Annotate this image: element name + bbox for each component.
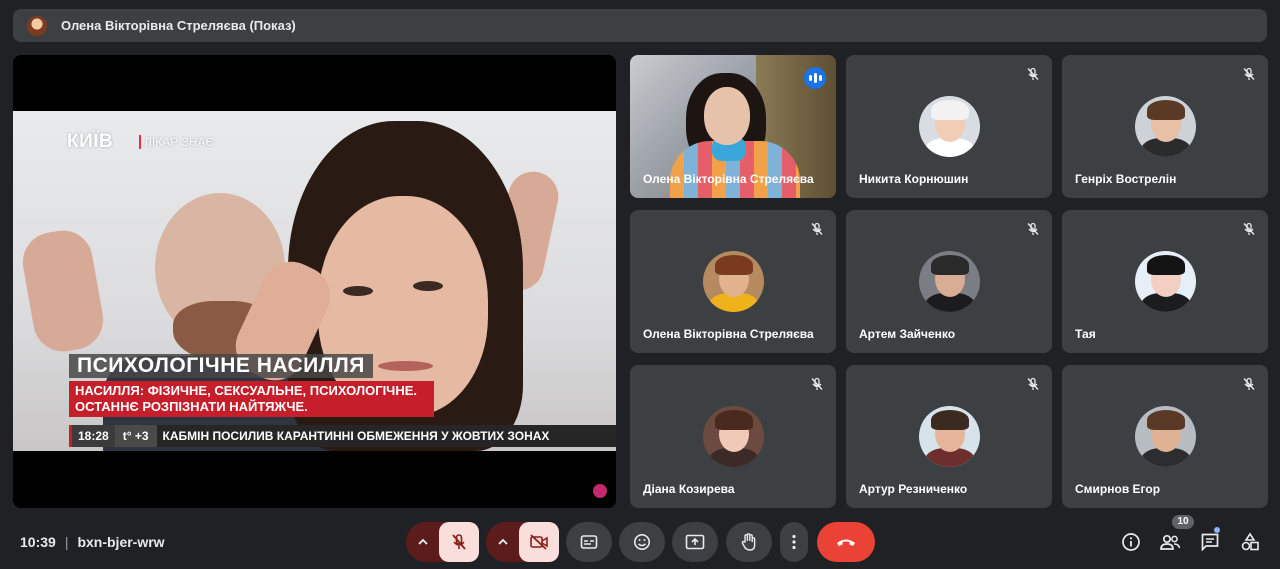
participant-avatar [919, 406, 980, 467]
participant-tile[interactable]: Генріх Вострелін [1062, 55, 1268, 198]
meeting-info: 10:39 | bxn-bjer-wrw [20, 534, 165, 550]
chat-icon [1200, 532, 1220, 552]
present-screen-icon [685, 534, 705, 550]
more-options-icon [792, 534, 796, 550]
participant-name: Олена Вікторівна Стреляєва [643, 327, 814, 341]
video-options-button[interactable] [486, 522, 519, 562]
channel-watermark-icon [593, 484, 607, 498]
closed-captions-icon [580, 534, 598, 550]
mic-off-icon [1242, 222, 1256, 236]
participant-tile[interactable]: Діана Козирева [630, 365, 836, 508]
participant-name: Артур Резниченко [859, 482, 968, 496]
participant-name: Діана Козирева [643, 482, 735, 496]
participant-name: Олена Вікторівна Стреляєва [643, 172, 814, 186]
leave-call-button[interactable] [817, 522, 875, 562]
mic-off-icon [450, 533, 468, 551]
participant-avatar [1135, 251, 1196, 312]
meeting-controls-bar: 10:39 | bxn-bjer-wrw 10 [0, 514, 1280, 569]
meeting-code: bxn-bjer-wrw [77, 534, 165, 550]
participant-avatar [1135, 406, 1196, 467]
mic-off-icon [1026, 377, 1040, 391]
participant-tile[interactable]: Тая [1062, 210, 1268, 353]
raise-hand-button[interactable] [726, 522, 772, 562]
mic-off-icon [1026, 67, 1040, 81]
presentation-screen[interactable]: КИЇВ ЛІКАР ЗНАЄ ПСИХОЛОГІЧНЕ НАСИЛЛЯ НАС… [13, 55, 616, 508]
mic-off-button[interactable] [439, 522, 479, 562]
clock: 10:39 [20, 534, 56, 550]
participant-name: Артем Зайченко [859, 327, 956, 341]
mic-off-icon [810, 222, 824, 236]
shared-video-frame: КИЇВ ЛІКАР ЗНАЄ ПСИХОЛОГІЧНЕ НАСИЛЛЯ НАС… [13, 111, 616, 451]
participant-name: Тая [1075, 327, 1096, 341]
participant-tile[interactable]: Смирнов Егор [1062, 365, 1268, 508]
activities-icon [1240, 532, 1260, 552]
participant-avatar [919, 96, 980, 157]
raise-hand-icon [740, 532, 758, 552]
activities-button[interactable] [1239, 531, 1261, 553]
news-headline: ПСИХОЛОГІЧНЕ НАСИЛЛЯ [69, 354, 373, 378]
microphone-control [406, 522, 479, 562]
mic-off-icon [810, 377, 824, 391]
participant-count-badge: 10 [1172, 515, 1194, 529]
presenter-avatar [27, 15, 47, 36]
camera-off-button[interactable] [519, 522, 559, 562]
people-button[interactable] [1159, 531, 1181, 553]
participant-tile[interactable]: Артем Зайченко [846, 210, 1052, 353]
reactions-button[interactable] [619, 522, 665, 562]
mic-off-icon [1026, 222, 1040, 236]
new-message-dot [1214, 527, 1220, 533]
more-options-button[interactable] [780, 522, 808, 562]
meeting-details-button[interactable] [1120, 531, 1142, 553]
chat-button[interactable] [1199, 531, 1221, 553]
captions-button[interactable] [566, 522, 612, 562]
participant-tile[interactable]: Олена Вікторівна Стреляєва [630, 210, 836, 353]
presenter-title: Олена Вікторівна Стреляєва (Показ) [61, 18, 296, 33]
channel-subtitle: ЛІКАР ЗНАЄ [139, 135, 214, 149]
people-icon [1159, 533, 1181, 551]
camera-control [486, 522, 559, 562]
speaking-indicator-icon [804, 67, 826, 89]
presenter-bar: Олена Вікторівна Стреляєва (Показ) [13, 9, 1267, 42]
participant-name: Никита Корнюшин [859, 172, 969, 186]
news-subline: НАСИЛЛЯ: ФІЗИЧНЕ, СЕКСУАЛЬНЕ, ПСИХОЛОГІЧ… [69, 381, 434, 417]
ticker-text: КАБМІН ПОСИЛИВ КАРАНТИННІ ОБМЕЖЕННЯ У ЖО… [162, 429, 550, 443]
camera-off-icon [529, 533, 549, 551]
mic-off-icon [1242, 377, 1256, 391]
ticker-temperature: t° +3 [114, 425, 157, 447]
ticker-time: 18:28 [69, 425, 115, 447]
participant-name: Смирнов Егор [1075, 482, 1161, 496]
participant-name: Генріх Вострелін [1075, 172, 1177, 186]
participant-avatar [1135, 96, 1196, 157]
mic-off-icon [1242, 67, 1256, 81]
participant-avatar [919, 251, 980, 312]
news-ticker: 18:28 t° +3 КАБМІН ПОСИЛИВ КАРАНТИННІ ОБ… [69, 425, 616, 447]
participant-tile[interactable]: Никита Корнюшин [846, 55, 1052, 198]
emoji-icon [633, 533, 651, 551]
participant-tile[interactable]: Олена Вікторівна Стреляєва [630, 55, 836, 198]
audio-options-button[interactable] [406, 522, 439, 562]
channel-logo: КИЇВ [67, 131, 114, 152]
end-call-icon [835, 536, 857, 548]
info-icon [1121, 532, 1141, 552]
participant-avatar [703, 406, 764, 467]
participant-tile[interactable]: Артур Резниченко [846, 365, 1052, 508]
present-now-button[interactable] [672, 522, 718, 562]
participant-avatar [703, 251, 764, 312]
